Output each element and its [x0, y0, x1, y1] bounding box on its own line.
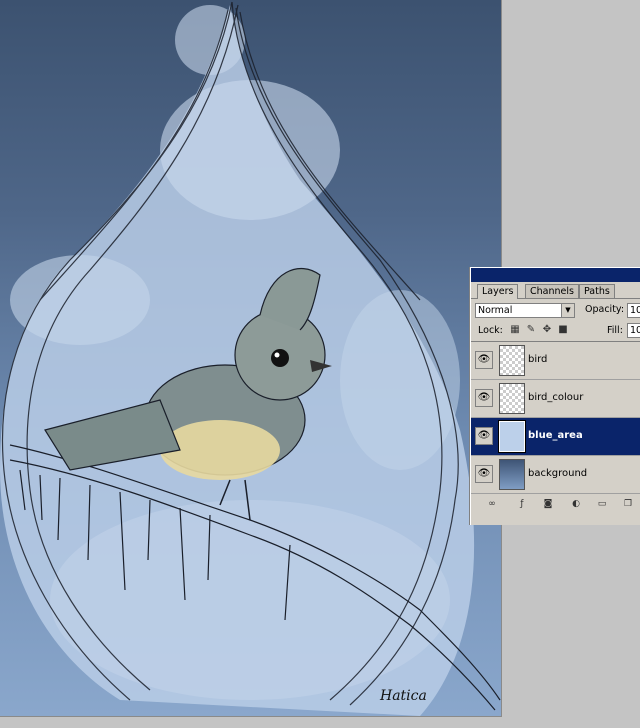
- lock-position-icon[interactable]: ✥: [541, 324, 553, 336]
- blend-opacity-row: Normal ▼ Opacity: 10: [471, 299, 640, 321]
- layer-name: background: [528, 468, 588, 479]
- layer-style-icon[interactable]: ƒ: [515, 498, 529, 510]
- mask-icon[interactable]: ◙: [541, 498, 555, 510]
- layer-thumbnail: [499, 383, 525, 414]
- link-icon[interactable]: ∞: [485, 498, 499, 510]
- artist-signature: Hatica: [379, 688, 427, 704]
- blend-mode-value: Normal: [478, 305, 513, 316]
- layer-name: bird: [528, 354, 548, 365]
- panel-tabs: Layers Channels Paths: [471, 282, 640, 299]
- tab-channels[interactable]: Channels: [525, 284, 579, 298]
- eye-icon[interactable]: 👁: [475, 351, 493, 369]
- new-layer-icon[interactable]: ❐: [621, 498, 635, 510]
- layer-name: bird_colour: [528, 392, 584, 403]
- blend-mode-select[interactable]: Normal ▼: [475, 303, 575, 318]
- layer-row-background[interactable]: 👁 background: [471, 456, 640, 494]
- lock-image-icon[interactable]: ✎: [525, 324, 537, 336]
- eye-icon[interactable]: 👁: [475, 389, 493, 407]
- tab-paths[interactable]: Paths: [579, 284, 615, 298]
- opacity-field[interactable]: 10: [627, 303, 640, 318]
- eye-icon[interactable]: 👁: [475, 465, 493, 483]
- layer-thumbnail: [499, 345, 525, 376]
- group-folder-icon[interactable]: ▭: [595, 498, 609, 510]
- fill-label: Fill:: [607, 325, 623, 336]
- document-canvas[interactable]: Hatica: [0, 0, 501, 716]
- lock-transparency-icon[interactable]: ▦: [509, 324, 521, 336]
- layer-row-bird-colour[interactable]: 👁 bird_colour: [471, 380, 640, 418]
- lock-label: Lock:: [478, 325, 503, 336]
- lock-fill-row: Lock: ▦ ✎ ✥ ■ Fill: 10: [471, 321, 640, 342]
- layers-panel: Layers Channels Paths Normal ▼ Opacity: …: [470, 267, 640, 525]
- fill-field[interactable]: 10: [627, 323, 640, 338]
- panel-footer: ∞ ƒ ◙ ◐ ▭ ❐: [471, 494, 640, 514]
- layer-thumbnail: [498, 420, 526, 453]
- panel-titlebar[interactable]: [471, 268, 640, 282]
- adjustment-icon[interactable]: ◐: [569, 498, 583, 510]
- eye-icon[interactable]: 👁: [475, 427, 493, 445]
- layer-thumbnail: [499, 459, 525, 490]
- lock-all-icon[interactable]: ■: [557, 324, 569, 336]
- opacity-label: Opacity:: [585, 304, 625, 315]
- layer-row-bird[interactable]: 👁 bird: [471, 342, 640, 380]
- layer-row-blue-area[interactable]: 👁 blue_area: [471, 418, 640, 456]
- tab-layers[interactable]: Layers: [477, 284, 519, 299]
- artwork: Hatica: [0, 1, 501, 716]
- canvas-bottom-bar: [0, 716, 502, 728]
- chevron-down-icon[interactable]: ▼: [561, 304, 574, 317]
- layer-name: blue_area: [528, 430, 583, 441]
